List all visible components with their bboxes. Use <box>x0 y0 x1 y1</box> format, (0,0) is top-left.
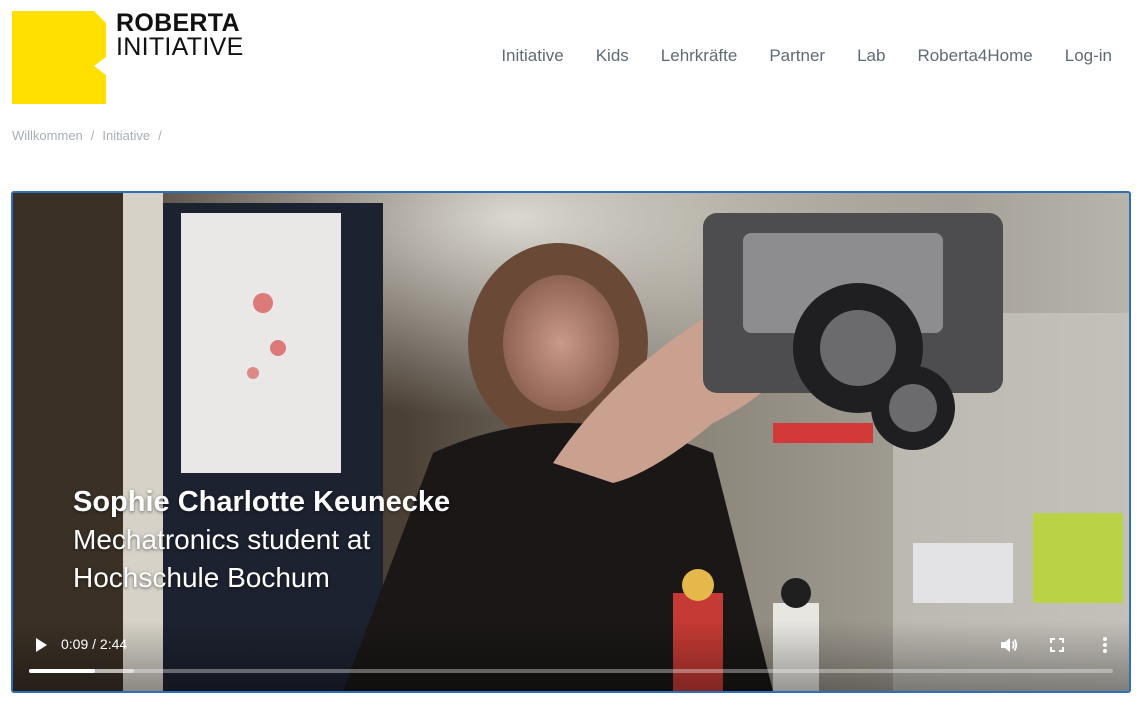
play-icon <box>36 638 47 652</box>
page: ROBERTA INITIATIVE Initiative Kids Lehrk… <box>0 0 1147 714</box>
caption-name: Sophie Charlotte Keunecke <box>73 486 451 518</box>
video-frame <box>13 193 1129 691</box>
more-options-icon <box>1103 637 1107 653</box>
nav-item-lehrkraefte[interactable]: Lehrkräfte <box>661 44 738 68</box>
breadcrumb-separator: / <box>90 128 95 143</box>
main-nav: Initiative Kids Lehrkräfte Partner Lab R… <box>501 44 1112 68</box>
video-player[interactable]: Sophie Charlotte Keunecke Mechatronics s… <box>11 191 1131 693</box>
caption-role-line2: Hochschule Bochum <box>73 562 330 593</box>
nav-item-initiative[interactable]: Initiative <box>501 44 563 68</box>
progress-played <box>29 669 96 673</box>
video-controls: 0:09 / 2:44 <box>13 621 1129 691</box>
progress-bar[interactable] <box>29 669 1113 673</box>
fullscreen-button[interactable] <box>1047 635 1067 655</box>
volume-button[interactable] <box>999 635 1019 655</box>
logo-mark-icon <box>12 11 106 104</box>
volume-icon <box>1001 638 1018 652</box>
video-caption: Sophie Charlotte Keunecke Mechatronics s… <box>73 483 450 597</box>
nav-item-roberta4home[interactable]: Roberta4Home <box>917 44 1032 68</box>
nav-item-partner[interactable]: Partner <box>769 44 825 68</box>
nav-item-login[interactable]: Log-in <box>1065 44 1112 68</box>
breadcrumb-initiative[interactable]: Initiative <box>102 128 150 143</box>
roberta-logo[interactable]: ROBERTA INITIATIVE <box>12 9 244 104</box>
fullscreen-icon <box>1050 638 1064 652</box>
logo-text-roberta: ROBERTA <box>116 9 240 37</box>
time-display: 0:09 / 2:44 <box>61 636 128 652</box>
breadcrumb: Willkommen / Initiative / <box>12 128 170 143</box>
nav-item-kids[interactable]: Kids <box>596 44 629 68</box>
logo-text-initiative: INITIATIVE <box>116 33 244 61</box>
play-button[interactable] <box>31 635 51 655</box>
caption-role-line1: Mechatronics student at <box>73 524 371 555</box>
breadcrumb-willkommen[interactable]: Willkommen <box>12 128 83 143</box>
breadcrumb-separator: / <box>158 128 162 143</box>
more-options-button[interactable] <box>1095 635 1115 655</box>
nav-item-lab[interactable]: Lab <box>857 44 885 68</box>
